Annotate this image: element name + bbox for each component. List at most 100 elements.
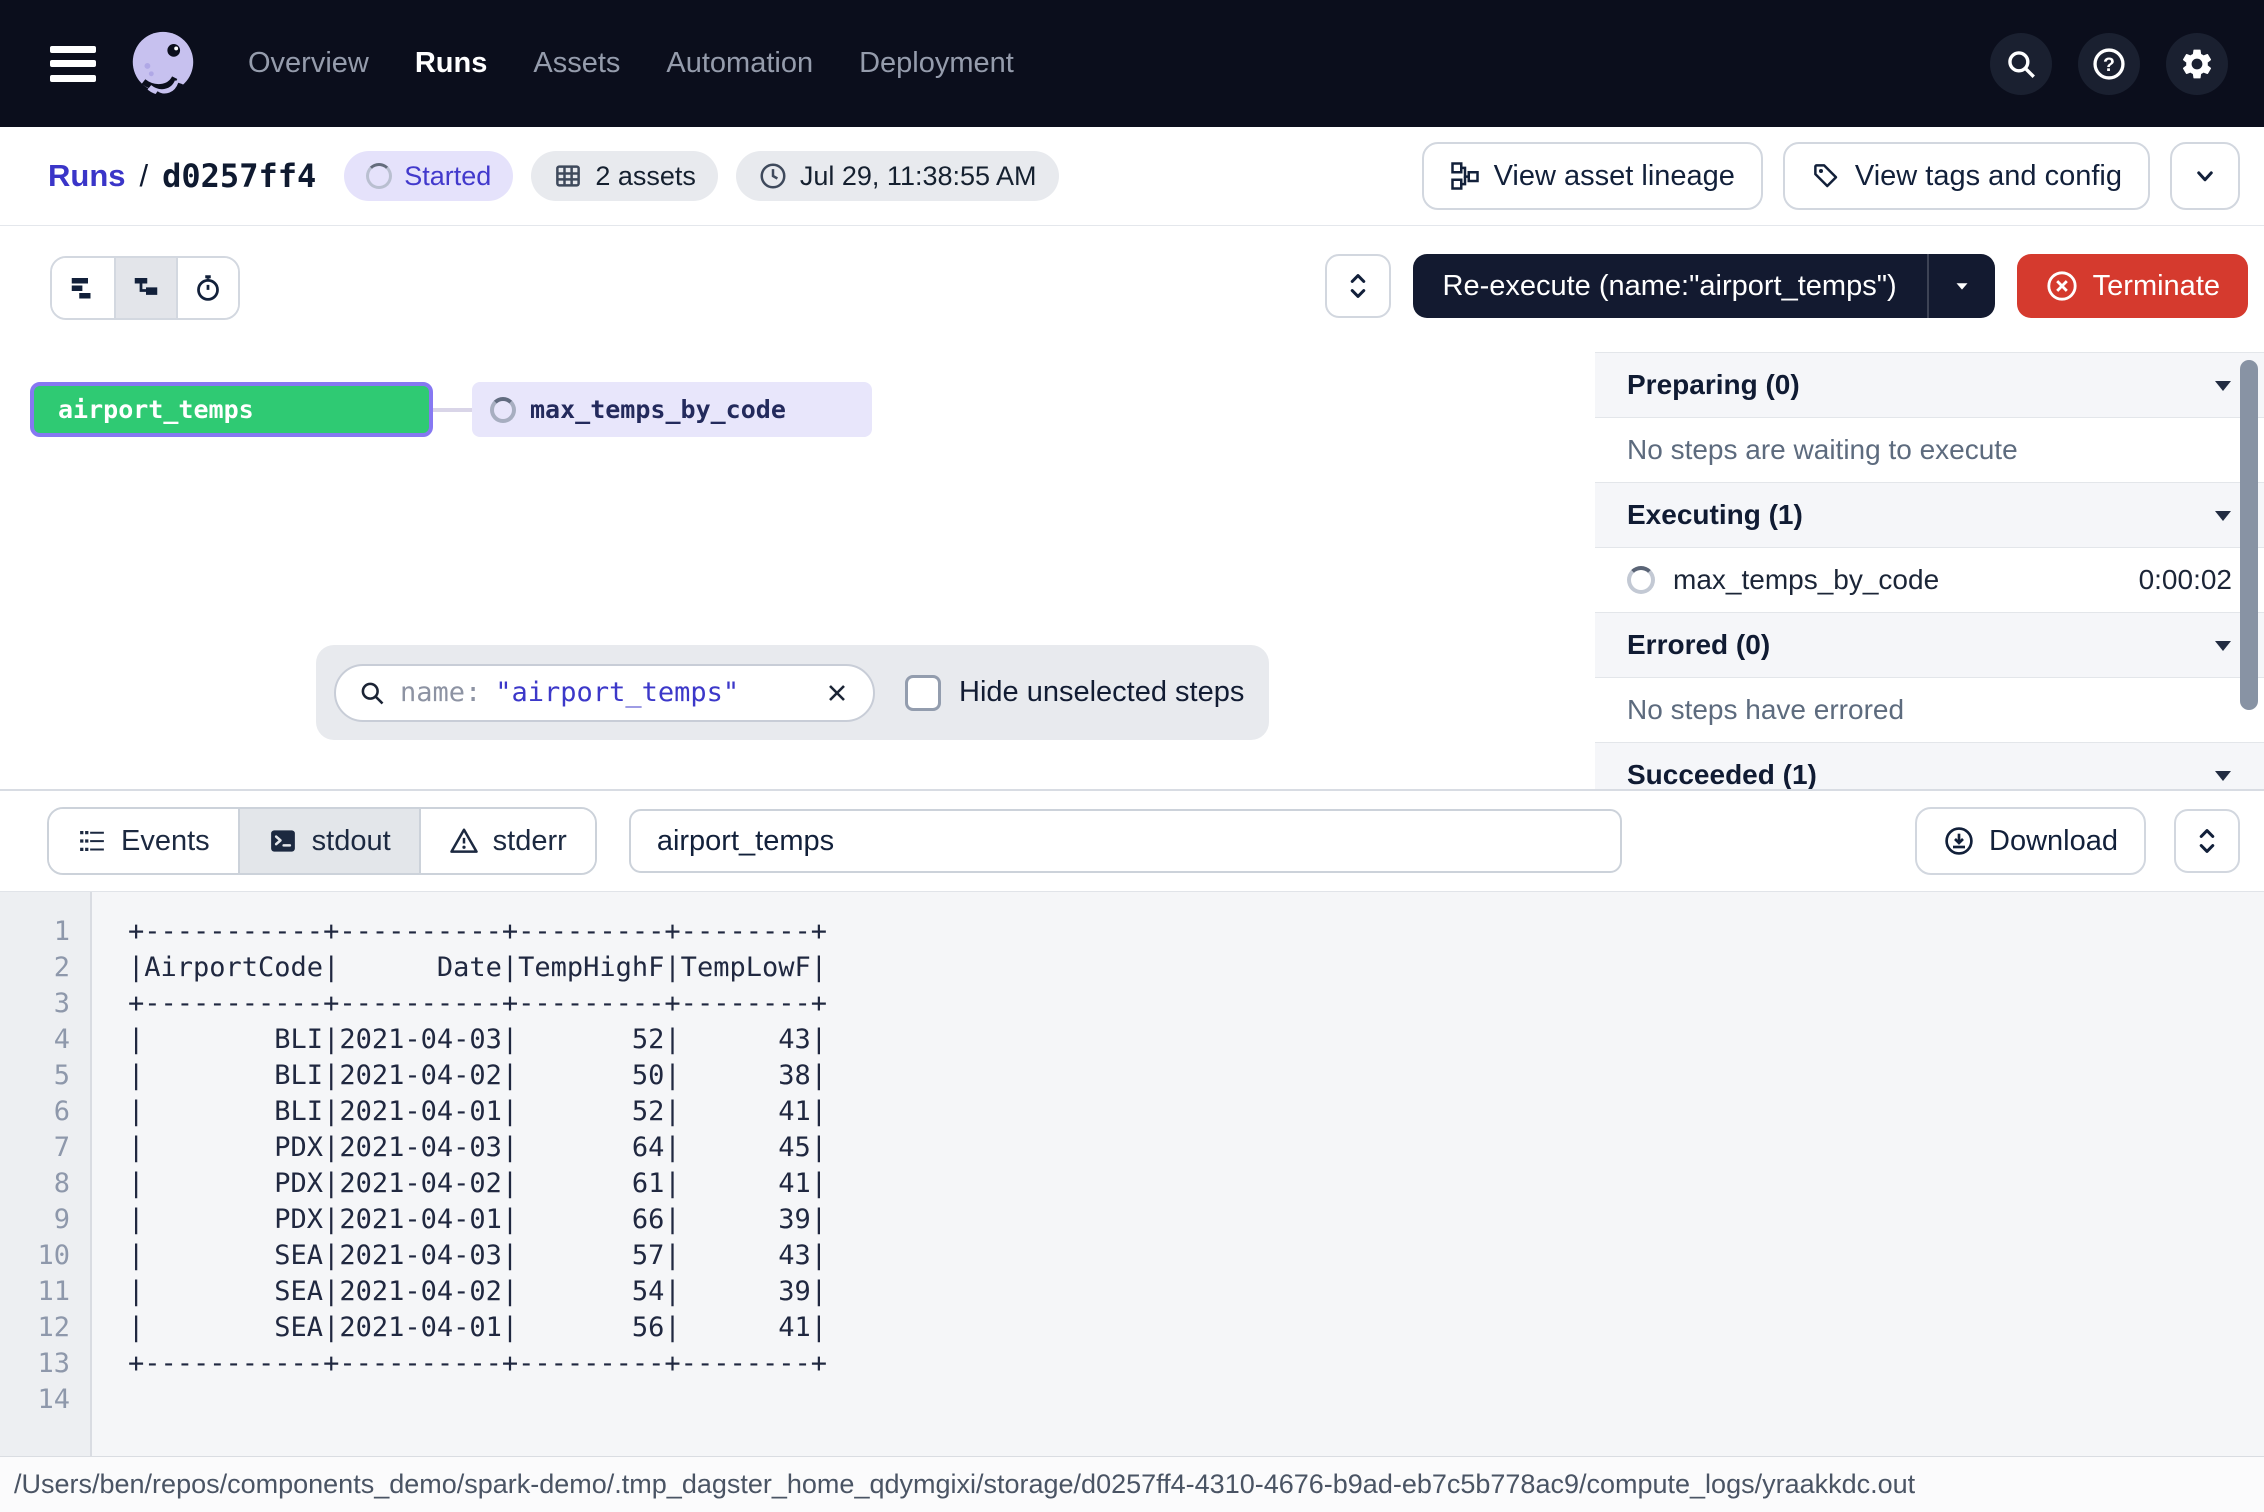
svg-text:?: ?	[2103, 53, 2115, 75]
filter-value: "airport_temps"	[495, 677, 739, 708]
clock-icon	[758, 161, 788, 191]
log-type-tabs: Events stdout stderr	[47, 807, 597, 875]
terminate-button[interactable]: Terminate	[2017, 254, 2248, 318]
hamburger-menu-icon[interactable]	[50, 46, 96, 82]
log-line: | PDX|2021-04-01| 66| 39|	[128, 1202, 2264, 1238]
executing-spinner-icon	[490, 397, 516, 423]
log-line: | BLI|2021-04-01| 52| 41|	[128, 1094, 2264, 1130]
log-line: | PDX|2021-04-03| 64| 45|	[128, 1130, 2264, 1166]
preparing-empty-row: No steps are waiting to execute	[1595, 418, 2264, 482]
dagster-logo[interactable]	[124, 25, 202, 103]
step-elapsed-time: 0:00:02	[2139, 564, 2232, 596]
section-succeeded-header[interactable]: Succeeded (1)	[1595, 742, 2264, 789]
up-down-chevrons-icon	[2193, 826, 2221, 856]
log-line	[128, 1382, 2264, 1418]
step-filter-bar: name: "airport_temps" Hide unselected st…	[316, 645, 1269, 740]
log-line: +-----------+----------+---------+------…	[128, 914, 2264, 950]
log-line: | BLI|2021-04-02| 50| 38|	[128, 1058, 2264, 1094]
assets-count-badge[interactable]: 2 assets	[531, 151, 718, 201]
triangle-down-icon	[2214, 769, 2232, 782]
line-number-gutter: 1 2 3 4 5 6 7 8 9 10 11 12 13 14	[0, 892, 92, 1456]
up-down-chevrons-icon	[1344, 271, 1372, 301]
gantt-flat-icon	[68, 273, 98, 303]
run-graph-panel: Re-execute (name:"airport_temps") Termin…	[0, 226, 2264, 791]
tab-stdout[interactable]: stdout	[238, 809, 419, 873]
caret-down-icon	[1951, 275, 1973, 297]
top-nav: Overview Runs Assets Automation Deployme…	[0, 0, 2264, 127]
hide-unselected-label[interactable]: Hide unselected steps	[959, 676, 1244, 709]
log-line: | SEA|2021-04-01| 56| 41|	[128, 1310, 2264, 1346]
nav-item-assets[interactable]: Assets	[533, 47, 620, 80]
timestamp-badge: Jul 29, 11:38:55 AM	[736, 151, 1059, 201]
breadcrumb-runs-link[interactable]: Runs	[48, 158, 126, 194]
run-id: d0257ff4	[162, 157, 316, 195]
graph-edge	[433, 408, 472, 412]
close-icon	[823, 679, 851, 707]
step-node-airport-temps[interactable]: airport_temps	[30, 382, 433, 437]
chevron-down-icon	[2190, 161, 2220, 191]
terminal-icon	[268, 826, 298, 856]
executing-step-row[interactable]: max_temps_by_code 0:00:02	[1595, 548, 2264, 612]
log-line: | SEA|2021-04-03| 57| 43|	[128, 1238, 2264, 1274]
log-line: | BLI|2021-04-03| 52| 43|	[128, 1022, 2264, 1058]
step-node-max-temps-by-code[interactable]: max_temps_by_code	[472, 382, 872, 437]
hide-unselected-checkbox[interactable]	[905, 675, 941, 711]
executing-spinner-icon	[1627, 566, 1655, 594]
log-line: |AirportCode| Date|TempHighF|TempLowF|	[128, 950, 2264, 986]
sidebar-scrollbar[interactable]	[2240, 360, 2258, 710]
reexecute-button[interactable]: Re-execute (name:"airport_temps")	[1413, 254, 1995, 318]
zoom-fit-button[interactable]	[1325, 254, 1391, 318]
triangle-down-icon	[2214, 509, 2232, 522]
nav-links: Overview Runs Assets Automation Deployme…	[248, 47, 1014, 80]
nav-item-automation[interactable]: Automation	[666, 47, 813, 80]
clear-filter-button[interactable]	[823, 679, 851, 707]
search-button[interactable]	[1990, 33, 2052, 95]
run-header: Runs / d0257ff4 Started 2 assets Jul 29,…	[0, 127, 2264, 226]
nav-item-overview[interactable]: Overview	[248, 47, 369, 80]
tab-events[interactable]: Events	[49, 809, 238, 873]
section-errored-header[interactable]: Errored (0)	[1595, 612, 2264, 678]
warning-triangle-icon	[449, 826, 479, 856]
event-list-icon	[77, 826, 107, 856]
step-filter-input[interactable]: name: "airport_temps"	[334, 664, 875, 722]
download-icon	[1943, 825, 1975, 857]
triangle-down-icon	[2214, 379, 2232, 392]
gantt-flat-view-button[interactable]	[52, 258, 114, 318]
log-step-selector[interactable]: airport_temps	[629, 809, 1622, 873]
status-badge: Started	[344, 151, 513, 201]
status-spinner-icon	[366, 163, 392, 189]
search-icon	[2004, 47, 2038, 81]
nav-item-deployment[interactable]: Deployment	[859, 47, 1014, 80]
log-line: +-----------+----------+---------+------…	[128, 986, 2264, 1022]
help-button[interactable]: ?	[2078, 33, 2140, 95]
log-file-path: /Users/ben/repos/components_demo/spark-d…	[14, 1469, 1915, 1500]
lineage-icon	[1450, 161, 1480, 191]
reexecute-dropdown[interactable]	[1927, 254, 1995, 318]
log-file-footer: /Users/ben/repos/components_demo/spark-d…	[0, 1456, 2264, 1512]
gantt-waterfall-view-button[interactable]	[114, 258, 176, 318]
more-actions-button[interactable]	[2170, 142, 2240, 210]
nav-item-runs[interactable]: Runs	[415, 47, 488, 80]
expand-log-button[interactable]	[2174, 809, 2240, 873]
errored-empty-row: No steps have errored	[1595, 678, 2264, 742]
log-content: +-----------+----------+---------+------…	[92, 892, 2264, 1456]
section-executing-header[interactable]: Executing (1)	[1595, 482, 2264, 548]
timer-view-button[interactable]	[176, 258, 238, 318]
run-steps-sidebar: Preparing (0) No steps are waiting to ex…	[1595, 352, 2264, 789]
view-mode-toggle	[50, 256, 240, 320]
log-line: +-----------+----------+---------+------…	[128, 1346, 2264, 1382]
log-line: | PDX|2021-04-02| 61| 41|	[128, 1166, 2264, 1202]
gantt-waterfall-icon	[131, 273, 161, 303]
search-icon	[358, 679, 386, 707]
table-grid-icon	[553, 161, 583, 191]
settings-button[interactable]	[2166, 33, 2228, 95]
tab-stderr[interactable]: stderr	[419, 809, 595, 873]
log-line: | SEA|2021-04-02| 54| 39|	[128, 1274, 2264, 1310]
view-asset-lineage-button[interactable]: View asset lineage	[1422, 142, 1763, 210]
download-button[interactable]: Download	[1915, 807, 2146, 875]
stdout-log-viewer[interactable]: 1 2 3 4 5 6 7 8 9 10 11 12 13 14 +------…	[0, 891, 2264, 1456]
triangle-down-icon	[2214, 639, 2232, 652]
filter-prefix: name:	[400, 677, 481, 708]
view-tags-config-button[interactable]: View tags and config	[1783, 142, 2150, 210]
section-preparing-header[interactable]: Preparing (0)	[1595, 352, 2264, 418]
